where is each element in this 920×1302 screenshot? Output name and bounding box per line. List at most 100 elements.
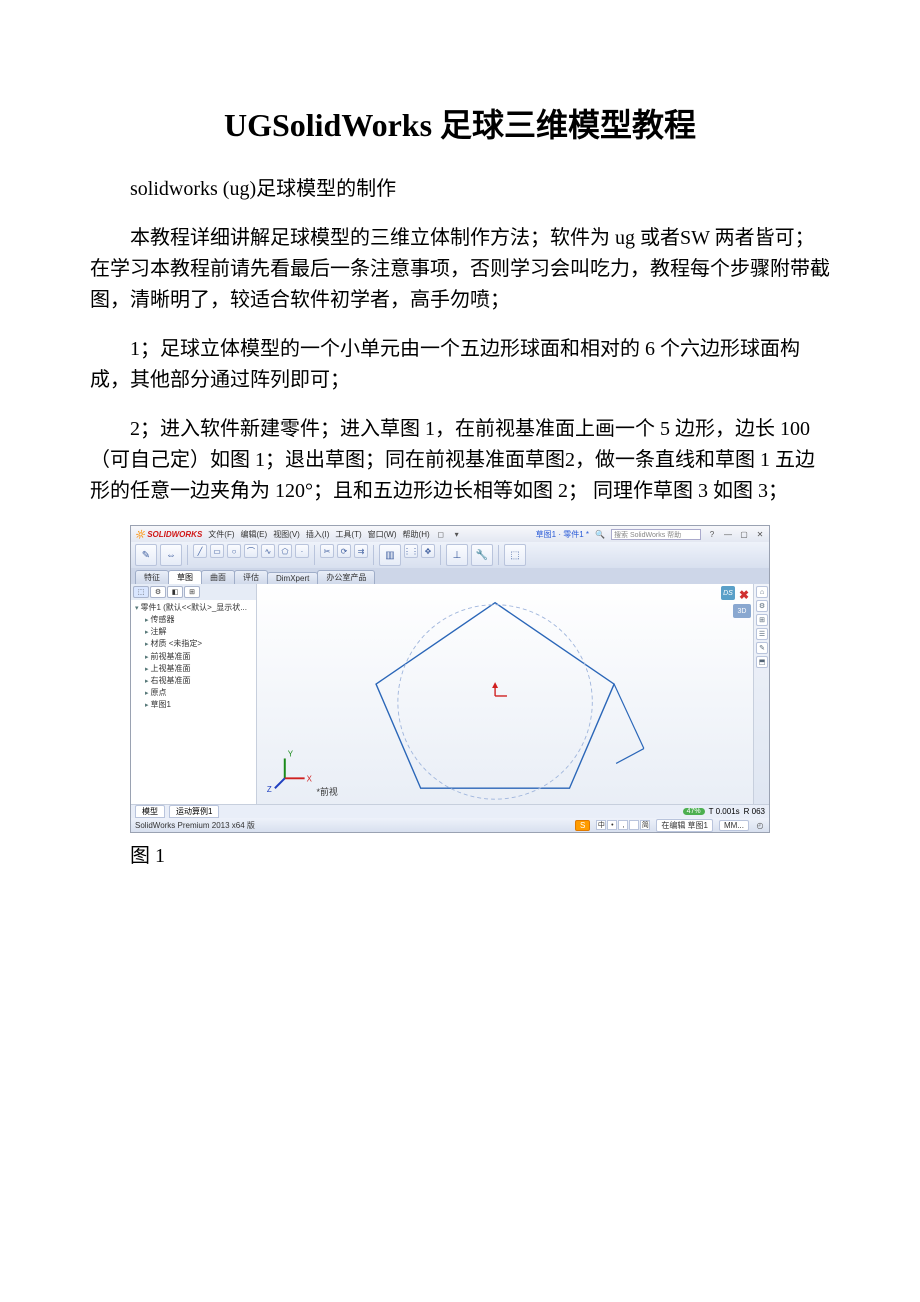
ime-indicator-icon[interactable]: S <box>575 820 590 831</box>
tab-surfaces[interactable]: 曲面 <box>201 570 235 584</box>
relations-button[interactable]: ⊥ <box>446 544 468 566</box>
paragraph-4: 2；进入软件新建零件；进入草图 1，在前视基准面上画一个 5 边形，边长 100… <box>90 414 830 507</box>
paragraph-1: solidworks (ug)足球模型的制作 <box>90 174 830 205</box>
menu-insert[interactable]: 插入(I) <box>306 529 330 540</box>
taskpane-icon[interactable]: ⌂ <box>756 586 768 598</box>
tree-tab-1[interactable]: ⬚ <box>133 586 149 598</box>
tree-item[interactable]: 传感器 <box>145 614 252 626</box>
menu-tools[interactable]: 工具(T) <box>335 529 361 540</box>
construction-circle <box>398 605 592 799</box>
taskpane-icon[interactable]: ⬒ <box>756 656 768 668</box>
solidworks-logo: 🔆 SOLIDWORKS <box>135 530 202 539</box>
sketch-button[interactable]: ✎ <box>135 544 157 566</box>
tab-office[interactable]: 办公室产品 <box>317 570 375 584</box>
minimize-icon[interactable]: — <box>723 529 733 539</box>
tree-item[interactable]: 右视基准面 <box>145 675 252 687</box>
tree-item[interactable]: 草图1 <box>145 699 252 711</box>
menu-edit[interactable]: 编辑(E) <box>241 529 268 540</box>
feature-tree-panel: ⬚ ⚙ ◧ ⊞ 零件1 (默认<<默认>_显示状... 传感器 注解 材质 <未… <box>131 584 257 804</box>
taskpane-icon[interactable]: ⊞ <box>756 614 768 626</box>
toolbar-icon[interactable]: ▾ <box>452 529 462 539</box>
help-icon[interactable]: ? <box>707 529 717 539</box>
close-icon[interactable]: ✕ <box>755 529 765 539</box>
sketch-canvas: Y X Z *前视 <box>257 584 753 804</box>
move-tool[interactable]: ✥ <box>421 544 435 558</box>
perf-text: R 063 <box>744 807 765 816</box>
origin-marker <box>492 682 507 696</box>
mirror-tool[interactable]: ▥ <box>379 544 401 566</box>
maximize-icon[interactable]: ▢ <box>739 529 749 539</box>
convert-tool[interactable]: ⟳ <box>337 544 351 558</box>
edge-line <box>616 749 644 764</box>
paragraph-2: 本教程详细讲解足球模型的三维立体制作方法；软件为 ug 或者SW 两者皆可；在学… <box>90 223 830 316</box>
point-tool[interactable]: · <box>295 544 309 558</box>
svg-text:Y: Y <box>288 749 294 758</box>
arc-tool[interactable]: ⌒ <box>244 544 258 558</box>
tree-tab-2[interactable]: ⚙ <box>150 586 166 598</box>
view-triad: Y X Z <box>267 749 313 794</box>
tree-item[interactable]: 前视基准面 <box>145 651 252 663</box>
tree-tab-3[interactable]: ◧ <box>167 586 183 598</box>
menu-view[interactable]: 视图(V) <box>273 529 300 540</box>
tree-item[interactable]: 材质 <未指定> <box>145 638 252 650</box>
tree-item[interactable]: 上视基准面 <box>145 663 252 675</box>
search-input[interactable]: 搜索 SolidWorks 帮助 <box>611 529 701 540</box>
polygon-tool[interactable]: ⬠ <box>278 544 292 558</box>
feature-tree[interactable]: 零件1 (默认<<默认>_显示状... 传感器 注解 材质 <未指定> 前视基准… <box>131 600 256 713</box>
task-pane: ⌂ ⚙ ⊞ ☰ ✎ ⬒ <box>753 584 769 804</box>
ribbon-toolbar: ✎ ⇔ ╱ ▭ ○ ⌒ ∿ ⬠ · ✂ ⟳ ⇉ ▥ ⋮⋮ ✥ ⊥ 🔧 ⬚ <box>131 542 769 568</box>
search-icon[interactable]: 🔍 <box>595 529 605 539</box>
graphics-area[interactable]: DS ✖ 3D <box>257 584 753 804</box>
tab-dimxpert[interactable]: DimXpert <box>267 572 318 584</box>
circle-tool[interactable]: ○ <box>227 544 241 558</box>
toolbar-icon[interactable]: ◻ <box>436 529 446 539</box>
perf-text: T 0.001s <box>709 807 740 816</box>
paragraph-3: 1；足球立体模型的一个小单元由一个五边形球面和相对的 6 个六边形球面构成，其他… <box>90 334 830 396</box>
taskpane-icon[interactable]: ⚙ <box>756 600 768 612</box>
tab-evaluate[interactable]: 评估 <box>234 570 268 584</box>
line-tool[interactable]: ╱ <box>193 544 207 558</box>
tree-item[interactable]: 原点 <box>145 687 252 699</box>
sw-corner-icon[interactable]: DS <box>721 586 735 600</box>
status-mode: 在编辑 草图1 <box>656 819 713 832</box>
menu-help[interactable]: 帮助(H) <box>403 529 430 540</box>
tab-sketch[interactable]: 草图 <box>168 570 202 584</box>
tree-root[interactable]: 零件1 (默认<<默认>_显示状... <box>135 602 252 614</box>
rect-tool[interactable]: ▭ <box>210 544 224 558</box>
performance-badge: 47% <box>683 808 705 815</box>
menu-file[interactable]: 文件(F) <box>208 529 234 540</box>
tab-motion-study[interactable]: 运动算例1 <box>169 805 219 818</box>
status-version: SolidWorks Premium 2013 x64 版 <box>135 820 255 831</box>
tab-features[interactable]: 特征 <box>135 570 169 584</box>
status-units[interactable]: MM... <box>719 820 749 831</box>
status-bar: SolidWorks Premium 2013 x64 版 S 中 • , 简 … <box>131 818 769 832</box>
view-label: *前视 <box>317 786 338 797</box>
dimension-button[interactable]: ⇔ <box>160 544 182 566</box>
menu-window[interactable]: 窗口(W) <box>368 529 397 540</box>
repair-button[interactable]: 🔧 <box>471 544 493 566</box>
workspace: ⬚ ⚙ ◧ ⊞ 零件1 (默认<<默认>_显示状... 传感器 注解 材质 <未… <box>131 584 769 804</box>
status-icon[interactable]: ◴ <box>755 820 765 830</box>
breadcrumb: 草图1 · 零件1 * <box>536 529 589 540</box>
quick-snap-button[interactable]: ⬚ <box>504 544 526 566</box>
tree-item[interactable]: 注解 <box>145 626 252 638</box>
figure-caption: 图 1 <box>130 839 830 868</box>
solidworks-screenshot: www.bdocx.com 🔆 SOLIDWORKS 文件(F) 编辑(E) 视… <box>130 525 770 833</box>
menu-bar: 🔆 SOLIDWORKS 文件(F) 编辑(E) 视图(V) 插入(I) 工具(… <box>131 526 769 542</box>
tree-tab-4[interactable]: ⊞ <box>184 586 200 598</box>
config-tabs: 模型 运动算例1 47% T 0.001s R 063 <box>131 804 769 818</box>
taskpane-icon[interactable]: ✎ <box>756 642 768 654</box>
trim-tool[interactable]: ✂ <box>320 544 334 558</box>
offset-tool[interactable]: ⇉ <box>354 544 368 558</box>
edge-line <box>614 684 644 748</box>
taskpane-icon[interactable]: ☰ <box>756 628 768 640</box>
spline-tool[interactable]: ∿ <box>261 544 275 558</box>
pattern-tool[interactable]: ⋮⋮ <box>404 544 418 558</box>
tree-tabs: ⬚ ⚙ ◧ ⊞ <box>131 584 256 600</box>
confirm-corner-cancel-icon[interactable]: ✖ <box>739 588 749 602</box>
rotate-3d-icon[interactable]: 3D <box>733 604 751 618</box>
ime-toolbar[interactable]: 中 • , 简 <box>596 820 650 830</box>
page-title: UGSolidWorks 足球三维模型教程 <box>90 100 830 146</box>
command-tabs: 特征 草图 曲面 评估 DimXpert 办公室产品 <box>131 568 769 584</box>
tab-model[interactable]: 模型 <box>135 805 165 818</box>
